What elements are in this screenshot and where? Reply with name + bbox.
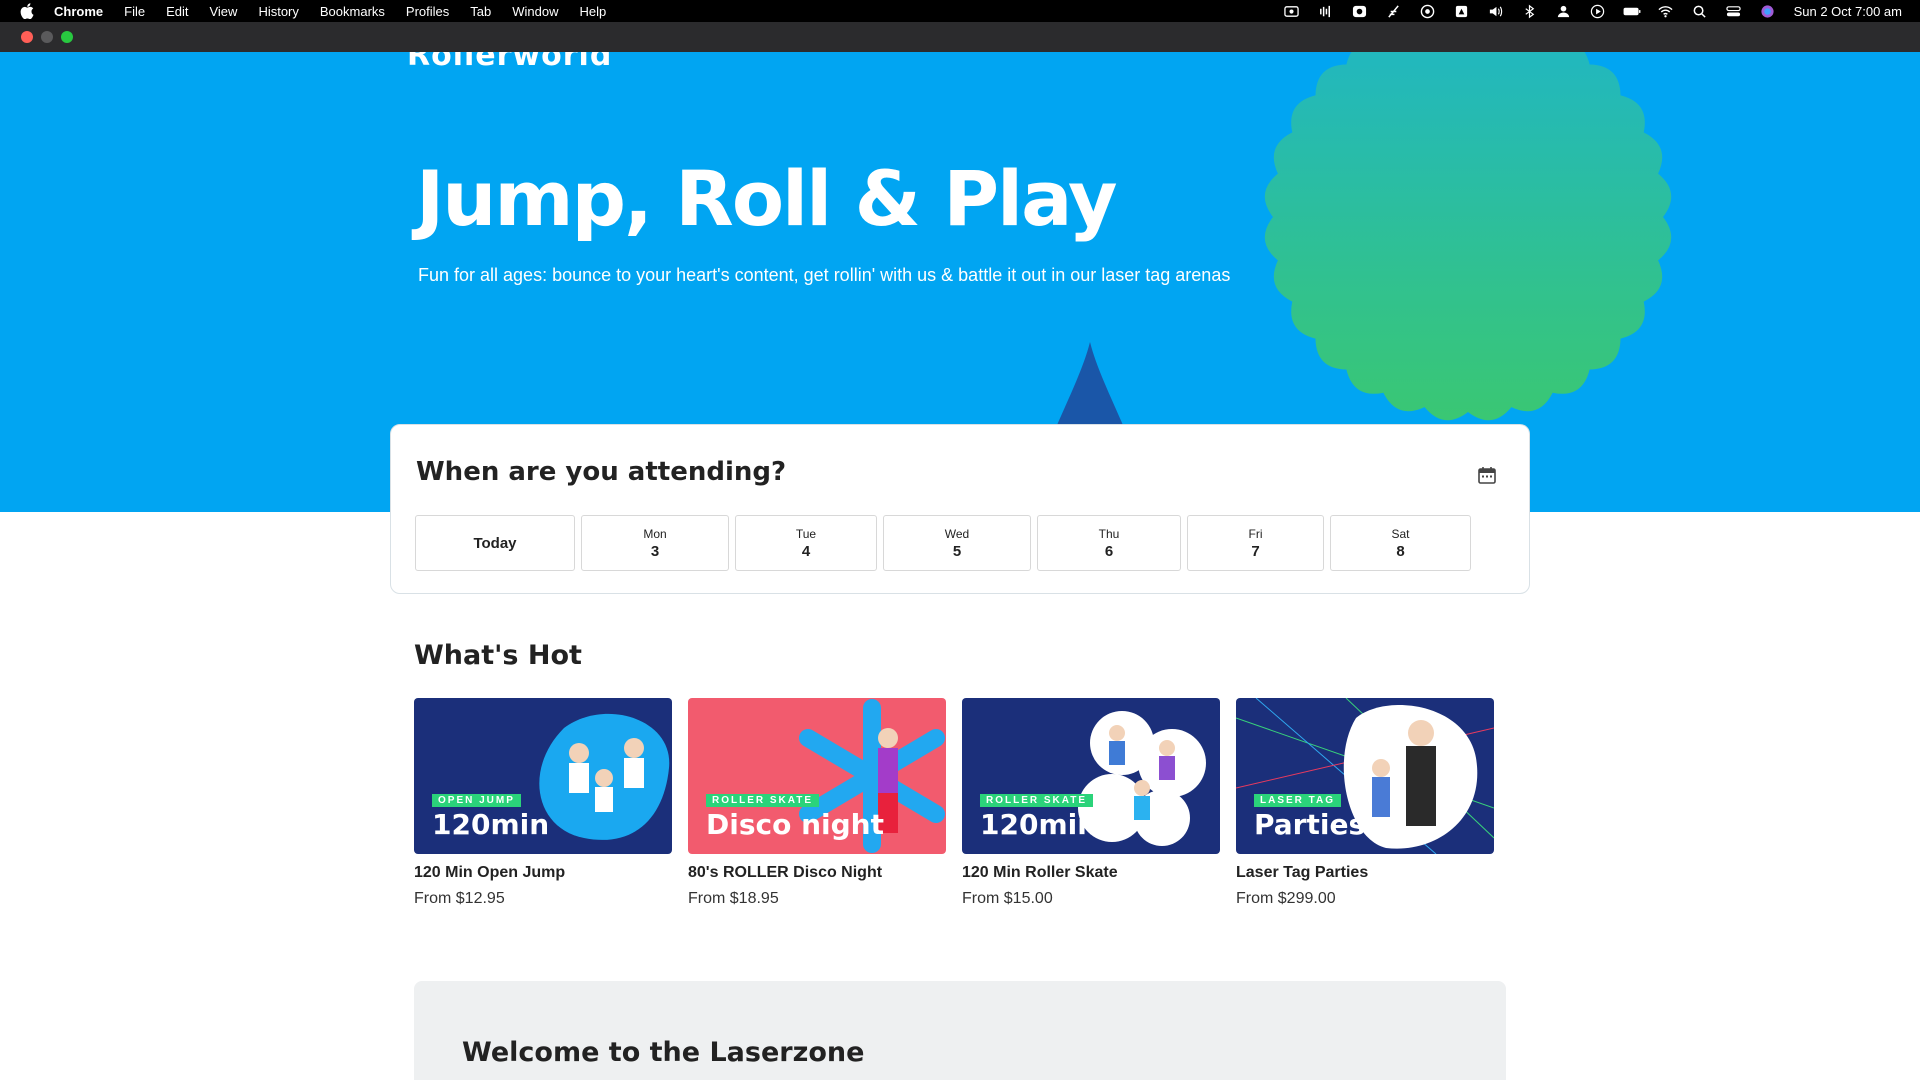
menu-history[interactable]: History <box>258 4 298 19</box>
drive-icon[interactable] <box>1450 3 1474 19</box>
play-icon[interactable] <box>1586 3 1610 19</box>
welcome-heading: Welcome to the Laserzone <box>462 1037 865 1068</box>
product-price: From $18.95 <box>688 890 779 907</box>
day-selector: Today Mon 3 Tue 4 Wed 5 Thu 6 Fri 7 Sat … <box>415 515 1471 571</box>
product-title[interactable]: 80's ROLLER Disco Night <box>688 864 946 882</box>
menu-help[interactable]: Help <box>580 4 607 19</box>
product-tag: OPEN JUMP <box>432 794 521 807</box>
product-tag: LASER TAG <box>1254 794 1342 807</box>
day-number: 6 <box>1104 542 1114 560</box>
menu-edit[interactable]: Edit <box>166 4 188 19</box>
today-label: Today <box>473 534 517 552</box>
product-card[interactable]: OPEN JUMP 120min 120 Min Open Jump From … <box>414 698 672 908</box>
day-button-fri[interactable]: Fri 7 <box>1187 515 1324 571</box>
product-image[interactable]: LASER TAG Parties <box>1236 698 1494 854</box>
battery-icon[interactable] <box>1620 3 1644 19</box>
menu-app-chrome[interactable]: Chrome <box>54 4 103 19</box>
welcome-section: Welcome to the Laserzone <box>414 981 1506 1080</box>
control-center-icon[interactable] <box>1722 3 1746 19</box>
day-number: 4 <box>801 542 811 560</box>
day-of-week: Sat <box>1391 526 1410 541</box>
product-price: From $15.00 <box>962 890 1053 907</box>
whats-hot-heading: What's Hot <box>414 640 582 671</box>
day-of-week: Thu <box>1098 526 1120 541</box>
hero-title: Jump, Roll & Play <box>416 154 1118 243</box>
product-badge-text: Disco night <box>706 808 884 841</box>
day-of-week: Wed <box>944 526 970 541</box>
screen-record-icon[interactable] <box>1280 3 1304 19</box>
day-button-tue[interactable]: Tue 4 <box>735 515 877 571</box>
calendar-icon[interactable] <box>1477 465 1497 485</box>
menu-bar: Chrome File Edit View History Bookmarks … <box>0 0 1920 22</box>
product-badge-text: 120min <box>432 808 550 841</box>
wifi-icon[interactable] <box>1654 3 1678 19</box>
day-number: 3 <box>650 542 660 560</box>
apple-icon[interactable] <box>20 3 34 19</box>
product-badge-text: Parties <box>1254 808 1366 841</box>
product-price: From $299.00 <box>1236 890 1336 907</box>
product-image[interactable]: ROLLER SKATE Disco night <box>688 698 946 854</box>
product-image[interactable]: OPEN JUMP 120min <box>414 698 672 854</box>
feather-icon[interactable] <box>1382 3 1406 19</box>
day-of-week: Tue <box>795 526 817 541</box>
whats-hot-cards: OPEN JUMP 120min 120 Min Open Jump From … <box>414 698 1494 908</box>
menu-window[interactable]: Window <box>512 4 558 19</box>
product-card[interactable]: ROLLER SKATE Disco night 80's ROLLER Dis… <box>688 698 946 908</box>
product-price: From $12.95 <box>414 890 505 907</box>
day-button-sat[interactable]: Sat 8 <box>1330 515 1471 571</box>
day-today-button[interactable]: Today <box>415 515 575 571</box>
menu-tab[interactable]: Tab <box>470 4 491 19</box>
user-icon[interactable] <box>1552 3 1576 19</box>
day-of-week: Mon <box>643 526 667 541</box>
day-number: 7 <box>1251 542 1260 560</box>
day-of-week: Fri <box>1248 526 1263 541</box>
window-titlebar <box>0 22 1920 52</box>
close-window-button[interactable] <box>21 31 33 43</box>
product-title[interactable]: 120 Min Open Jump <box>414 864 672 882</box>
menu-file[interactable]: File <box>124 4 145 19</box>
product-tag: ROLLER SKATE <box>706 794 820 807</box>
camera-icon[interactable] <box>1348 3 1372 19</box>
day-button-wed[interactable]: Wed 5 <box>883 515 1031 571</box>
product-image[interactable]: ROLLER SKATE 120min <box>962 698 1220 854</box>
day-button-mon[interactable]: Mon 3 <box>581 515 729 571</box>
product-tag: ROLLER SKATE <box>980 794 1094 807</box>
clock[interactable]: Sun 2 Oct 7:00 am <box>1794 4 1902 19</box>
day-button-thu[interactable]: Thu 6 <box>1037 515 1181 571</box>
day-number: 8 <box>1396 542 1405 560</box>
hero-subtitle: Fun for all ages: bounce to your heart's… <box>418 265 1231 285</box>
date-picker-card: When are you attending? Today Mon 3 Tue … <box>390 424 1530 594</box>
menu-profiles[interactable]: Profiles <box>406 4 449 19</box>
product-title[interactable]: 120 Min Roller Skate <box>962 864 1220 882</box>
site-logo[interactable]: Rollerworld <box>407 52 612 73</box>
at-sign-icon[interactable] <box>1416 3 1440 19</box>
product-card[interactable]: LASER TAG Parties Laser Tag Parties From… <box>1236 698 1494 908</box>
menu-bookmarks[interactable]: Bookmarks <box>320 4 385 19</box>
volume-icon[interactable] <box>1484 3 1508 19</box>
product-title[interactable]: Laser Tag Parties <box>1236 864 1494 882</box>
day-number: 5 <box>952 542 962 560</box>
product-card[interactable]: ROLLER SKATE 120min 120 Min Roller Skate… <box>962 698 1220 908</box>
maximize-window-button[interactable] <box>61 31 73 43</box>
audio-waveform-icon[interactable] <box>1314 3 1338 19</box>
search-icon[interactable] <box>1688 3 1712 19</box>
menu-view[interactable]: View <box>209 4 237 19</box>
siri-icon[interactable] <box>1756 3 1780 19</box>
minimize-window-button[interactable] <box>41 31 53 43</box>
product-badge-text: 120min <box>980 808 1098 841</box>
green-burst-graphic <box>1264 52 1672 421</box>
date-picker-heading: When are you attending? <box>416 457 787 487</box>
bluetooth-icon[interactable] <box>1518 3 1542 19</box>
